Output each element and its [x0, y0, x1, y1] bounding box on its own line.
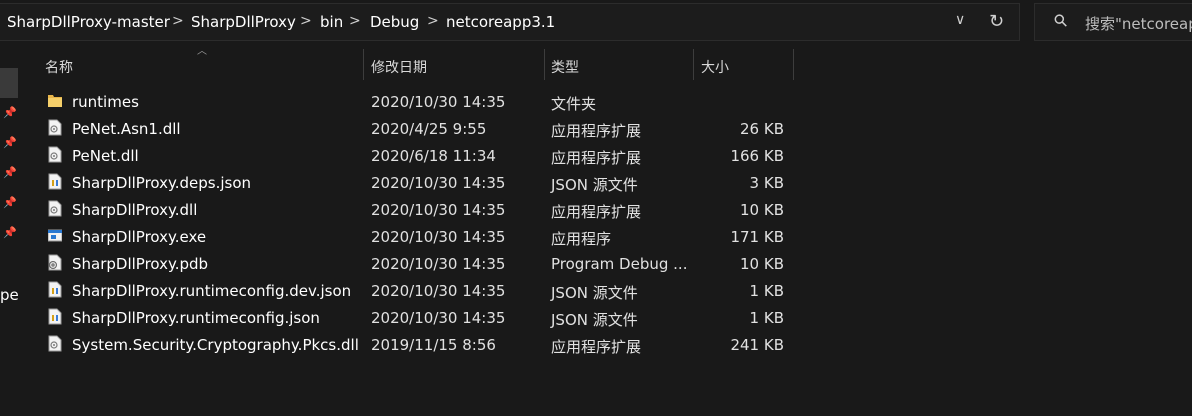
file-type: 应用程序扩展	[551, 149, 642, 167]
file-size: 1 KB	[749, 309, 784, 327]
file-modified: 2020/6/18 11:34	[371, 147, 496, 165]
search-input[interactable]: 搜索"netcoreapp3.1"	[1085, 13, 1192, 34]
file-size: 171 KB	[730, 228, 784, 246]
file-type: 应用程序扩展	[551, 203, 642, 221]
json-icon	[48, 281, 62, 298]
file-size: 1 KB	[749, 282, 784, 300]
exe-icon	[48, 227, 62, 244]
pin-icon[interactable]: 📌	[3, 136, 17, 149]
pdb-icon	[48, 254, 62, 271]
file-type: JSON 源文件	[551, 176, 638, 194]
file-type: 应用程序扩展	[551, 338, 642, 356]
pin-icon[interactable]: 📌	[3, 226, 17, 239]
column-divider[interactable]	[693, 49, 694, 80]
file-size: 3 KB	[749, 174, 784, 192]
file-modified: 2020/10/30 14:35	[371, 228, 506, 246]
file-modified: 2020/10/30 14:35	[371, 309, 506, 327]
nav-item-label[interactable]: pe	[0, 286, 19, 304]
file-row[interactable]: runtimes 2020/10/30 14:35 文件夹	[22, 88, 1192, 115]
file-type: 文件夹	[551, 95, 597, 113]
file-name[interactable]: SharpDllProxy.exe	[72, 228, 206, 246]
file-name[interactable]: SharpDllProxy.runtimeconfig.json	[72, 309, 320, 327]
file-modified: 2020/10/30 14:35	[371, 93, 506, 111]
file-type: Program Debug ...	[551, 255, 688, 273]
refresh-icon[interactable]: ↻	[989, 11, 1004, 32]
folder-icon	[48, 92, 62, 109]
json-icon	[48, 308, 62, 325]
breadcrumb-item[interactable]: SharpDllProxy	[191, 13, 296, 31]
breadcrumb-item[interactable]: netcoreapp3.1	[446, 13, 555, 31]
file-name[interactable]: SharpDllProxy.runtimeconfig.dev.json	[72, 282, 351, 300]
file-name[interactable]: PeNet.dll	[72, 147, 139, 165]
toolbar: SharpDllProxy-master > SharpDllProxy > b…	[0, 0, 1192, 46]
breadcrumb-separator[interactable]: >	[349, 13, 361, 29]
file-modified: 2019/11/15 8:56	[371, 336, 496, 354]
file-row[interactable]: SharpDllProxy.runtimeconfig.json 2020/10/…	[22, 304, 1192, 331]
column-divider[interactable]	[544, 49, 545, 80]
breadcrumb-separator[interactable]: >	[172, 13, 184, 29]
file-row[interactable]: System.Security.Cryptography.Pkcs.dll 201…	[22, 331, 1192, 358]
file-row[interactable]: SharpDllProxy.dll 2020/10/30 14:35 应用程序扩展 1…	[22, 196, 1192, 223]
breadcrumb-item[interactable]: Debug	[370, 13, 419, 31]
file-type: JSON 源文件	[551, 284, 638, 302]
dll-icon	[48, 200, 62, 217]
column-header-name[interactable]: 名称	[45, 57, 73, 77]
file-modified: 2020/10/30 14:35	[371, 282, 506, 300]
file-size: 10 KB	[740, 201, 784, 219]
file-list: runtimes 2020/10/30 14:35 文件夹 PeNet.Asn1.dl…	[22, 88, 1192, 358]
sort-ascending-icon: ︿	[197, 46, 207, 57]
breadcrumb-item[interactable]: bin	[320, 13, 343, 31]
column-header-modified[interactable]: 修改日期	[371, 57, 427, 77]
file-name[interactable]: PeNet.Asn1.dll	[72, 120, 181, 138]
search-box[interactable]: ⚲ 搜索"netcoreapp3.1"	[1034, 3, 1192, 41]
file-row[interactable]: SharpDllProxy.deps.json 2020/10/30 14:35 J…	[22, 169, 1192, 196]
file-type: JSON 源文件	[551, 311, 638, 329]
file-row[interactable]: PeNet.Asn1.dll 2020/4/25 9:55 应用程序扩展 26 KB	[22, 115, 1192, 142]
column-header-size[interactable]: 大小	[701, 57, 729, 77]
pin-icon[interactable]: 📌	[3, 106, 17, 119]
nav-selected-item[interactable]	[0, 68, 18, 98]
navigation-pane: 📌 📌 📌 📌 📌 pe	[0, 46, 22, 416]
file-modified: 2020/10/30 14:35	[371, 255, 506, 273]
file-modified: 2020/10/30 14:35	[371, 174, 506, 192]
file-row[interactable]: SharpDllProxy.runtimeconfig.dev.json 2020…	[22, 277, 1192, 304]
pin-icon[interactable]: 📌	[3, 166, 17, 179]
file-name[interactable]: System.Security.Cryptography.Pkcs.dll	[72, 336, 359, 354]
column-headers: ︿ 名称 修改日期 类型 大小	[22, 46, 1192, 80]
file-size: 10 KB	[740, 255, 784, 273]
breadcrumb-item[interactable]: SharpDllProxy-master	[7, 13, 170, 31]
dll-icon	[48, 335, 62, 352]
file-row[interactable]: SharpDllProxy.pdb 2020/10/30 14:35 Program…	[22, 250, 1192, 277]
file-name[interactable]: SharpDllProxy.pdb	[72, 255, 208, 273]
file-row[interactable]: SharpDllProxy.exe 2020/10/30 14:35 应用程序 171…	[22, 223, 1192, 250]
breadcrumb-separator[interactable]: >	[300, 13, 312, 29]
address-bar[interactable]: SharpDllProxy-master > SharpDllProxy > b…	[0, 3, 1020, 41]
file-name[interactable]: SharpDllProxy.deps.json	[72, 174, 251, 192]
file-type: 应用程序	[551, 230, 612, 248]
json-icon	[48, 173, 62, 190]
file-size: 241 KB	[730, 336, 784, 354]
search-icon: ⚲	[1049, 9, 1073, 33]
dll-icon	[48, 119, 62, 136]
file-modified: 2020/10/30 14:35	[371, 201, 506, 219]
column-divider[interactable]	[793, 49, 794, 80]
file-type: 应用程序扩展	[551, 122, 642, 140]
pin-icon[interactable]: 📌	[3, 196, 17, 209]
file-row[interactable]: PeNet.dll 2020/6/18 11:34 应用程序扩展 166 KB	[22, 142, 1192, 169]
file-size: 166 KB	[730, 147, 784, 165]
column-divider[interactable]	[363, 49, 364, 80]
chevron-down-icon[interactable]: ∨	[955, 12, 965, 28]
file-modified: 2020/4/25 9:55	[371, 120, 487, 138]
dll-icon	[48, 146, 62, 163]
file-size: 26 KB	[740, 120, 784, 138]
file-name[interactable]: runtimes	[72, 93, 139, 111]
file-name[interactable]: SharpDllProxy.dll	[72, 201, 197, 219]
column-header-type[interactable]: 类型	[551, 57, 579, 77]
breadcrumb-separator[interactable]: >	[427, 13, 439, 29]
